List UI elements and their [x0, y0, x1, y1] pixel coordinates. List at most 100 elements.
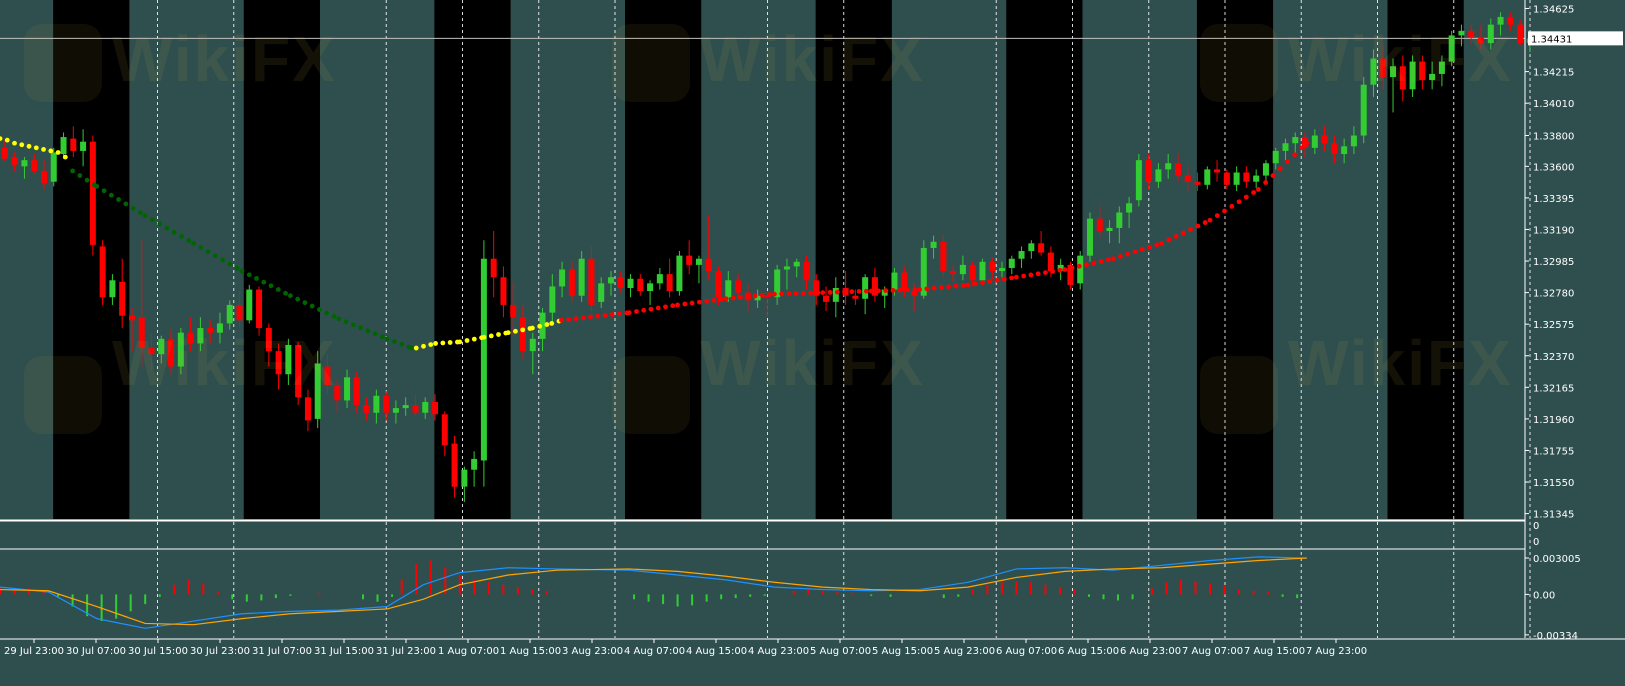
candle-body: [1116, 212, 1123, 228]
ma-dot: [842, 289, 847, 295]
ma-dot: [94, 183, 100, 189]
ma-dot: [239, 268, 245, 274]
candle-body: [1243, 172, 1250, 182]
candle-body: [950, 271, 957, 275]
candle-body: [1360, 84, 1367, 136]
macd-histogram-bar: [545, 590, 548, 595]
ma-dot: [723, 296, 729, 302]
candle-body: [783, 266, 790, 270]
ma-dot: [1110, 256, 1116, 262]
candle-body: [1370, 58, 1377, 85]
price-tick-label: 1.32985: [1533, 257, 1574, 268]
ma-dot: [399, 341, 405, 347]
candle-body: [1223, 172, 1230, 185]
macd-histogram-bar: [749, 594, 752, 597]
ma-dot: [295, 296, 301, 302]
macd-histogram-bar: [391, 594, 394, 597]
time-tick-label: 7 Aug 15:00: [1244, 646, 1305, 657]
price-tick-label: 1.32370: [1533, 352, 1574, 363]
candle-body: [207, 328, 214, 333]
ma-dot: [1173, 233, 1179, 239]
candle-body: [735, 280, 742, 293]
candle-body: [500, 277, 507, 305]
ma-dot: [876, 288, 881, 294]
current-price-label: 1.34431: [1531, 34, 1572, 45]
macd-histogram-bar: [144, 594, 147, 605]
candle-body: [451, 443, 458, 487]
candle-body: [1458, 30, 1465, 36]
ma-dot: [580, 315, 586, 321]
time-tick-label: 5 Aug 07:00: [810, 646, 871, 657]
ma-dot: [1147, 244, 1152, 250]
ma-dot: [275, 287, 281, 292]
ma-dot: [834, 289, 840, 295]
price-tick-label: 1.32165: [1533, 383, 1574, 394]
candle-body: [1106, 227, 1113, 232]
candle-body: [11, 157, 18, 165]
candle-body: [617, 277, 624, 288]
ma-dot: [358, 325, 363, 331]
macd-histogram-bar: [1267, 591, 1270, 595]
session-band: [1387, 0, 1464, 519]
macd-histogram-bar: [1209, 583, 1211, 595]
ma-dot: [931, 285, 937, 291]
candle-body: [1350, 135, 1357, 147]
ma-dot: [634, 309, 639, 314]
price-tick-label: 1.33800: [1533, 132, 1574, 143]
ma-dot: [488, 333, 494, 339]
candle-body: [1165, 163, 1172, 170]
ma-dot: [324, 310, 330, 316]
candle-body: [216, 323, 223, 333]
chart-canvas[interactable]: 1.34625 1.34215 1.34010 1.33800 1.33600 1.333…: [0, 0, 1625, 682]
macd-histogram-bar: [274, 594, 277, 599]
ma-dot: [559, 317, 564, 323]
time-tick-label: 1 Aug 15:00: [500, 646, 561, 657]
price-chart-window[interactable]: 1.34625 1.34215 1.34010 1.33800 1.33600 1.333…: [0, 0, 1625, 682]
ma-dot: [447, 340, 453, 345]
ma-dot: [48, 148, 54, 154]
time-tick-label: 31 Jul 07:00: [252, 646, 312, 657]
ma-dot: [317, 307, 322, 312]
macd-histogram-bar: [705, 594, 708, 602]
candle-body: [412, 405, 419, 413]
ma-dot: [283, 290, 288, 296]
ma-dot: [530, 325, 535, 331]
candle-body: [1184, 175, 1191, 182]
ma-dot: [392, 339, 397, 344]
candle-body: [70, 138, 77, 151]
candle-body: [1448, 35, 1455, 62]
candle-body: [1086, 218, 1093, 256]
ma-dot: [1076, 263, 1082, 269]
ma-dot: [1229, 203, 1235, 209]
ma-dot: [868, 288, 874, 294]
price-tick-label: 1.32780: [1533, 289, 1574, 300]
ma-dot: [663, 304, 668, 310]
macd-histogram-bar: [1223, 585, 1226, 595]
macd-histogram-bar: [260, 594, 263, 601]
ma-dot: [648, 306, 654, 312]
candle-body: [803, 261, 810, 281]
ma-dot: [1188, 227, 1194, 232]
ma-dot: [302, 300, 308, 306]
candle-body: [940, 241, 947, 272]
ma-dot: [641, 307, 647, 313]
candle-body: [99, 246, 106, 298]
candle-body: [480, 258, 487, 461]
candle-body: [715, 271, 722, 298]
ma-dot: [457, 339, 463, 345]
time-tick-label: 6 Aug 07:00: [996, 646, 1057, 657]
price-tick-label: 1.34625: [1533, 4, 1574, 15]
candle-body: [1272, 150, 1279, 164]
ma-dot: [471, 336, 477, 342]
candle-body: [177, 332, 184, 367]
candle-body: [236, 304, 243, 321]
candle-body: [1126, 203, 1133, 213]
ma-dot: [343, 319, 349, 325]
ma-dot: [179, 233, 184, 239]
ma-dot: [12, 140, 17, 146]
candle-body: [1468, 30, 1475, 37]
candle-body: [1233, 172, 1240, 185]
separator-zero-label: 0: [1533, 537, 1539, 548]
macd-histogram-bar: [115, 594, 118, 619]
candle-body: [510, 304, 517, 318]
